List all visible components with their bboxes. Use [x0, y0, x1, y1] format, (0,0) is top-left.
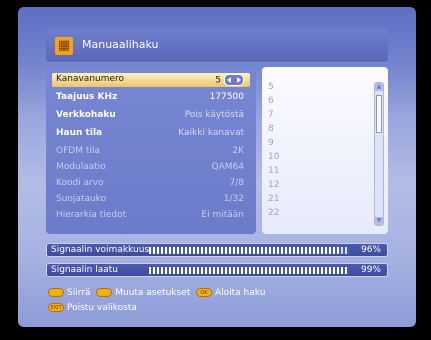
settings-panel: Kanavanumero 5 Taajuus KHz 177500 Verkko… — [46, 67, 256, 234]
list-item[interactable]: 6 — [268, 96, 274, 106]
setting-label: Modulaatio — [56, 162, 106, 172]
page-title: Manuaalihaku — [82, 38, 159, 51]
setting-row-channel-number[interactable]: Kanavanumero 5 — [52, 73, 250, 87]
left-right-key-icon — [96, 288, 113, 297]
left-right-stepper-icon[interactable] — [224, 74, 244, 86]
scroll-thumb[interactable] — [376, 95, 382, 133]
up-down-key-icon — [48, 288, 64, 297]
signal-quality-percent: 99% — [360, 265, 381, 275]
list-item[interactable]: 10 — [268, 152, 279, 162]
setting-value: 5 — [215, 75, 221, 86]
setting-value: 1/32 — [223, 194, 244, 204]
signal-strength-track — [149, 247, 349, 254]
signal-strength-percent: 96% — [360, 245, 381, 255]
list-item[interactable]: 7 — [268, 110, 274, 120]
setting-label: Verkkohaku — [56, 110, 116, 120]
setting-value: 177500 — [209, 92, 244, 102]
setting-label: Hierarkia tiedot — [56, 210, 127, 220]
help-line-2: EXIT Poistu valikosta — [48, 303, 137, 313]
setting-row-frequency[interactable]: Taajuus KHz 177500 — [52, 91, 250, 105]
signal-quality-label: Signaalin laatu — [51, 265, 118, 275]
setting-value: Kaikki kanavat — [178, 128, 244, 138]
setting-value: 7/8 — [229, 178, 244, 188]
setting-value: Pois käytöstä — [184, 110, 244, 120]
setting-row-code-rate: Koodi arvo 7/8 — [52, 177, 250, 191]
setting-row-hierarchy: Hierarkia tiedot Ei mitään — [52, 209, 250, 223]
menu-grid-icon: ▦ — [55, 37, 73, 55]
help-start-text: Aloita haku — [214, 288, 266, 298]
setting-row-search-mode[interactable]: Haun tila Kaikki kanavat — [52, 127, 250, 141]
setting-value: 2K — [232, 146, 244, 156]
list-item[interactable]: 9 — [268, 138, 274, 148]
setting-row-network-search[interactable]: Verkkohaku Pois käytöstä — [52, 109, 250, 123]
setting-label: Kanavanumero — [56, 74, 125, 84]
list-item[interactable]: 5 — [268, 82, 274, 92]
setting-label: Koodi arvo — [56, 178, 104, 188]
list-item[interactable]: 12 — [268, 180, 279, 190]
signal-strength-bar: Signaalin voimakkuus 96% — [46, 243, 388, 257]
ok-key-icon: OK — [195, 288, 212, 297]
channel-list-scrollbar[interactable]: ▲ ▼ — [374, 82, 384, 226]
signal-strength-label: Signaalin voimakkuus — [51, 245, 150, 255]
setting-label: OFDM tila — [56, 146, 100, 156]
tv-screen: ▦ Manuaalihaku Kanavanumero 5 Taajuus KH… — [18, 7, 416, 327]
setting-value: Ei mitään — [201, 210, 244, 220]
channel-list[interactable]: 5 6 7 8 9 10 11 12 21 22 — [262, 67, 388, 234]
setting-label: Taajuus KHz — [56, 92, 118, 102]
signal-quality-fill — [149, 267, 347, 274]
help-move-text: Siirrä — [67, 288, 91, 298]
setting-row-guard-interval: Suojatauko 1/32 — [52, 193, 250, 207]
signal-strength-fill — [149, 247, 341, 254]
help-change-text: Muuta asetukset — [115, 288, 191, 298]
signal-quality-track — [149, 267, 349, 274]
scroll-down-icon[interactable]: ▼ — [375, 217, 383, 225]
setting-value-wrap: 5 — [215, 74, 244, 86]
scroll-up-icon[interactable]: ▲ — [375, 83, 383, 91]
list-item[interactable]: 8 — [268, 124, 274, 134]
exit-key-icon: EXIT — [48, 303, 64, 312]
help-line-1: Siirrä Muuta asetukset OK Aloita haku — [48, 288, 265, 298]
setting-row-modulation: Modulaatio QAM64 — [52, 161, 250, 175]
list-item[interactable]: 21 — [268, 194, 279, 204]
menu-header: ▦ Manuaalihaku — [46, 29, 388, 63]
setting-label: Suojatauko — [56, 194, 107, 204]
setting-row-ofdm-mode: OFDM tila 2K — [52, 145, 250, 159]
list-item[interactable]: 22 — [268, 208, 279, 218]
list-item[interactable]: 11 — [268, 166, 279, 176]
help-exit-text: Poistu valikosta — [67, 303, 137, 313]
setting-label: Haun tila — [56, 128, 103, 138]
signal-quality-bar: Signaalin laatu 99% — [46, 263, 388, 277]
setting-value: QAM64 — [211, 162, 244, 172]
